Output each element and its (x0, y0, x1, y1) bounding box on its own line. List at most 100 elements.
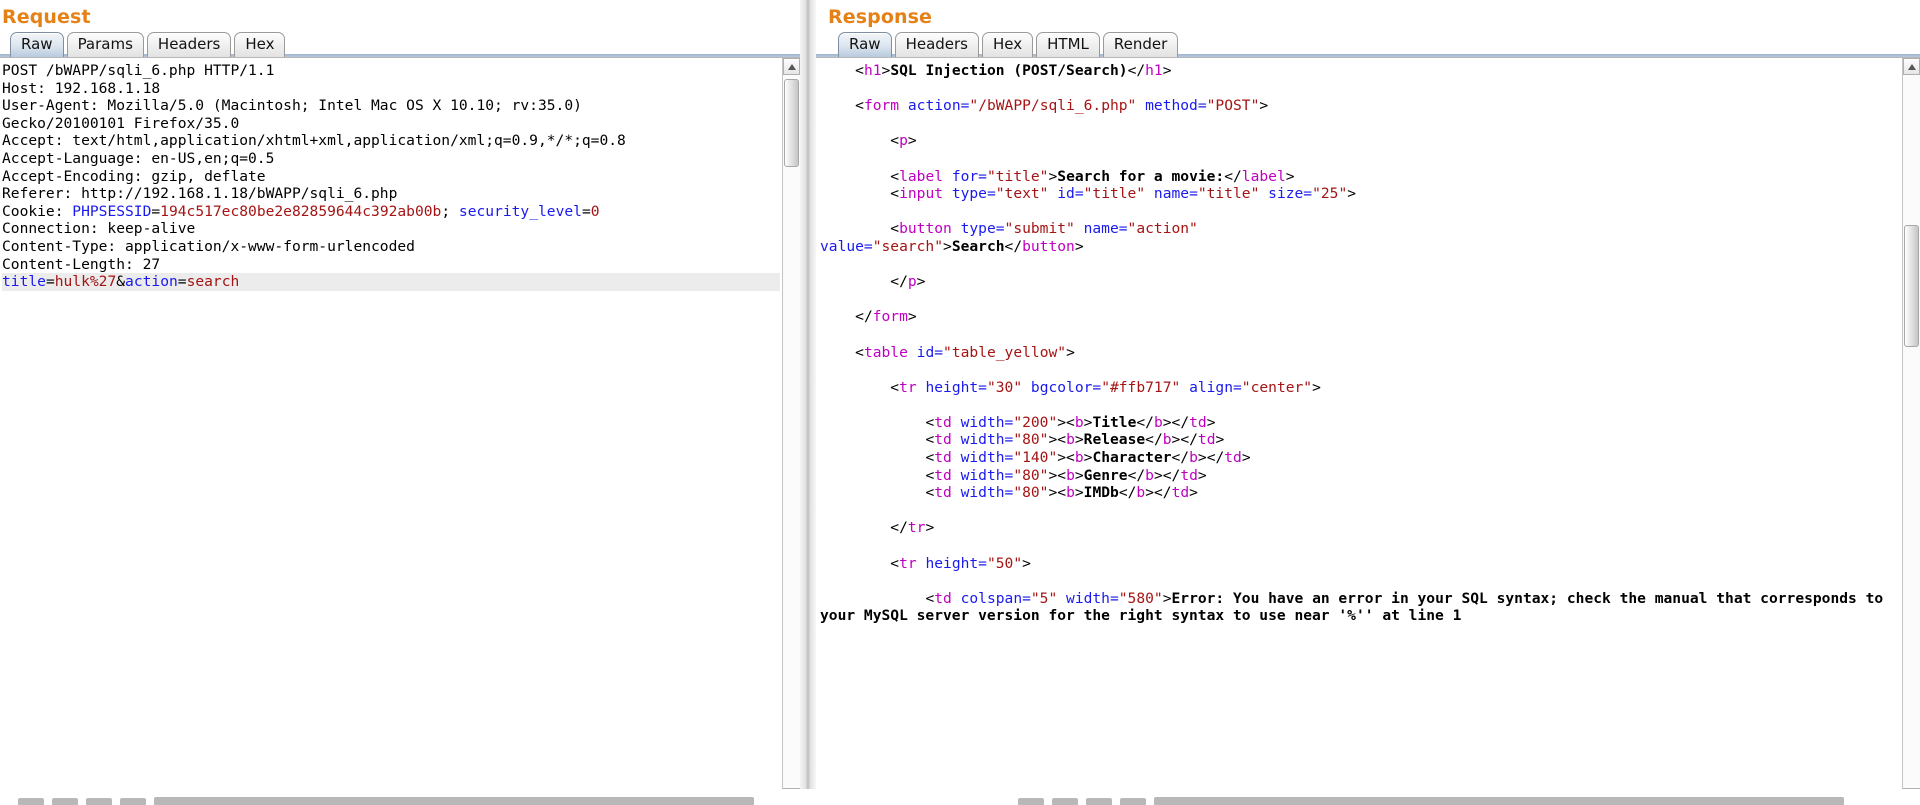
attr-width: width= (951, 413, 1014, 431)
val-name: "title" (1197, 185, 1260, 203)
body-param-title-name: title (2, 273, 46, 291)
request-tab-raw[interactable]: Raw (10, 32, 64, 57)
val-width: "140" (1013, 449, 1058, 467)
response-vertical-scrollbar[interactable] (1902, 58, 1920, 805)
attr-type: type= (943, 185, 996, 203)
panel-splitter[interactable] (800, 0, 816, 805)
request-bottom-controls[interactable] (18, 796, 754, 805)
request-panel-title: Request (2, 6, 91, 28)
bottom-chip[interactable] (1018, 798, 1044, 805)
gt: > (907, 132, 917, 150)
response-bottom-search-bar[interactable] (1154, 797, 1844, 805)
val-id: "table_yellow" (943, 343, 1067, 361)
val-width: "80" (1013, 484, 1049, 502)
attr-width: width= (1057, 589, 1119, 607)
val-height: "30" (986, 378, 1023, 396)
response-header-cell-line: <td width="140"><b>Character</b></td> (925, 449, 1251, 467)
request-line: Accept-Language: en-US,en;q=0.5 (2, 149, 275, 167)
attr-value: value= (820, 237, 873, 255)
response-tab-render[interactable]: Render (1102, 32, 1179, 57)
response-header-cell-line: <td width="80"><b>Genre</b></td> (925, 466, 1207, 484)
tag-label: label (899, 167, 944, 185)
cookie-value-security-level: 0 (590, 202, 600, 220)
attr-width: width= (951, 431, 1014, 449)
cookie-name-security-level: security_level (458, 202, 582, 220)
tag-td: td (934, 449, 952, 467)
gt: > (1074, 237, 1084, 255)
lt: < (855, 343, 864, 361)
bottom-chip[interactable] (120, 798, 146, 805)
request-tab-hex[interactable]: Hex (234, 32, 286, 57)
attr-width: width= (951, 449, 1014, 467)
response-header-cell-line: <td width="80"><b>IMDb</b></td> (925, 484, 1198, 502)
gt: > (1259, 97, 1269, 115)
gt: > (943, 237, 952, 255)
tag-b: b (1074, 413, 1084, 431)
gt: > (1162, 589, 1172, 607)
body-param-action-value: search (186, 273, 240, 291)
tag-h1-close: h1 (1145, 62, 1163, 79)
bottom-chip[interactable] (52, 798, 78, 805)
val-width: "580" (1118, 589, 1163, 607)
request-vertical-scrollbar[interactable] (782, 58, 800, 805)
response-tab-headers[interactable]: Headers (894, 32, 979, 57)
attr-name: name= (1145, 185, 1198, 203)
tag-td-close: td (1197, 431, 1216, 449)
response-raw-text[interactable]: <h1>SQL Injection (POST/Search)</h1> <fo… (816, 58, 1902, 805)
request-tab-params[interactable]: Params (66, 32, 144, 57)
tag-b-close: b (1153, 413, 1163, 431)
request-panel: Request Raw Params Headers Hex POST /bWA… (0, 0, 800, 805)
bottom-chip[interactable] (1052, 798, 1078, 805)
tag-td: td (934, 484, 952, 502)
lt: < (890, 132, 900, 150)
cookie-label: Cookie: (2, 202, 73, 220)
gt: > (925, 519, 935, 537)
val-method: "POST" (1206, 97, 1260, 115)
attr-name: name= (1074, 220, 1128, 238)
response-line-tr-header: <tr height="30" bgcolor="#ffb717" align=… (890, 379, 1321, 396)
val-size: "25" (1312, 185, 1348, 203)
scroll-up-arrow-icon[interactable] (783, 58, 800, 75)
request-tab-headers[interactable]: Headers (146, 32, 232, 57)
val-width: "80" (1013, 431, 1049, 449)
request-bottom-search-bar[interactable] (154, 797, 754, 805)
button-text: Search (951, 237, 1005, 255)
response-tab-raw[interactable]: Raw (838, 32, 892, 57)
tag-tr: tr (899, 378, 917, 396)
cookie-value-phpsessid: 194c517ec80be2e82859644c392ab00b (160, 202, 442, 220)
response-bottom-controls[interactable] (1018, 796, 1844, 805)
val-type: "submit" (1004, 220, 1075, 238)
val-type: "text" (995, 185, 1049, 203)
response-scroll-thumb[interactable] (1904, 225, 1919, 347)
val-name: "action" (1127, 220, 1198, 238)
request-tabstrip: Raw Params Headers Hex (0, 30, 800, 57)
gt: > (881, 62, 891, 79)
response-scroll-track[interactable] (1903, 75, 1920, 788)
bottom-chip[interactable] (1120, 798, 1146, 805)
request-scroll-track[interactable] (783, 75, 800, 788)
tag-td: td (934, 431, 952, 449)
scroll-up-arrow-icon[interactable] (1903, 58, 1920, 75)
attr-height: height= (916, 554, 987, 572)
response-tab-html[interactable]: HTML (1036, 32, 1100, 57)
body-param-ampersand: & (116, 273, 126, 291)
response-panel-title: Response (828, 6, 933, 28)
request-scroll-thumb[interactable] (784, 79, 799, 167)
bottom-chip[interactable] (86, 798, 112, 805)
attr-id: id= (907, 343, 944, 361)
response-tabstrip: Raw Headers Hex HTML Render (816, 30, 1920, 57)
request-raw-text[interactable]: POST /bWAPP/sqli_6.php HTTP/1.1 Host: 19… (0, 58, 782, 805)
request-content-wrap: POST /bWAPP/sqli_6.php HTTP/1.1 Host: 19… (0, 57, 800, 805)
bottom-chip[interactable] (1086, 798, 1112, 805)
response-tab-hex[interactable]: Hex (982, 32, 1034, 57)
response-header-cell-line: <td width="80"><b>Release</b></td> (925, 431, 1225, 449)
val-width: "200" (1013, 413, 1058, 431)
bottom-chip[interactable] (18, 798, 44, 805)
response-header-cell-lines: <td width="200"><b>Title</b></td> <td wi… (820, 413, 1251, 502)
response-line-p-close: </p> (890, 273, 925, 290)
tag-td-close: td (1171, 484, 1190, 502)
body-param-title-value: hulk%27 (54, 273, 117, 291)
gt: > (1347, 185, 1357, 203)
gt: > (1066, 343, 1075, 361)
response-line-label: <label for="title">Search for a movie:</… (890, 168, 1294, 185)
